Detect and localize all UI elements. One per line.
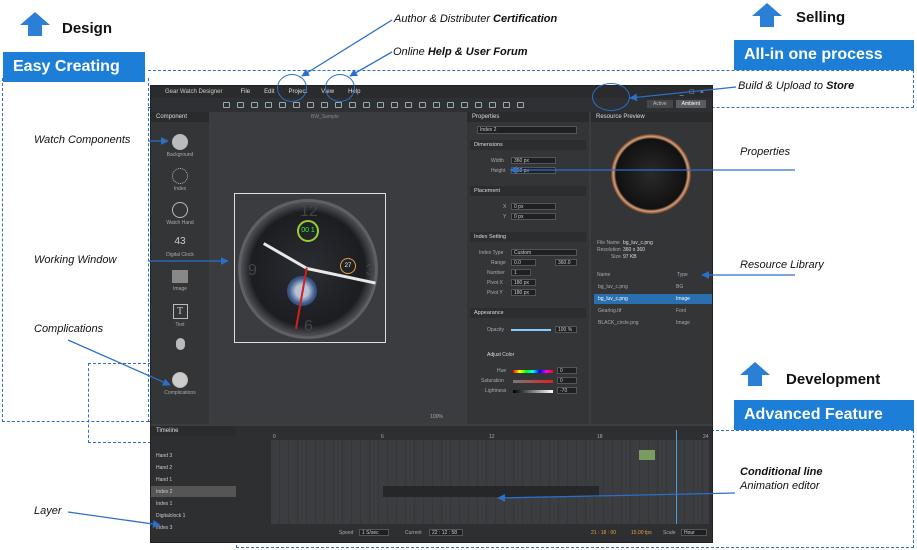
layer-arrow [67,511,161,528]
certification-arrow [301,19,393,77]
annotation-arrows [67,19,795,528]
animation-arrow [497,492,736,502]
help-arrow [349,51,393,77]
complications-arrow [67,339,171,386]
store-arrow [629,86,737,102]
canvas: Design Easy Creating Selling All-in one … [0,0,917,550]
